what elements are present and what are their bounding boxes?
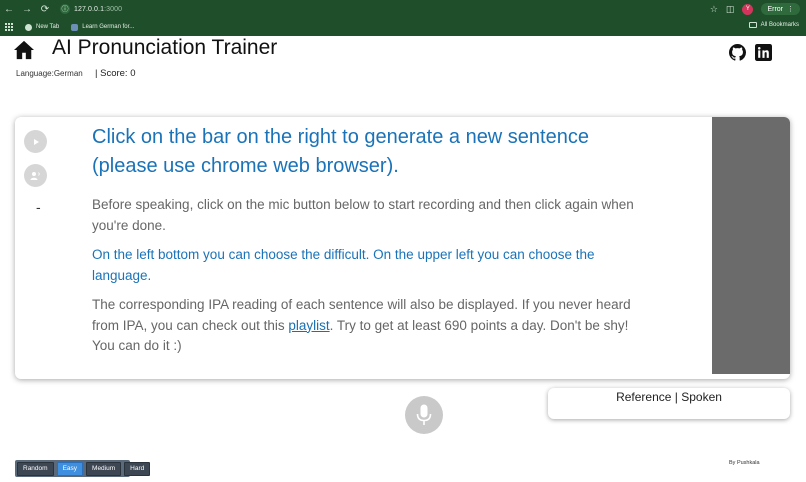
author-byline: By Pushkala bbox=[729, 460, 760, 466]
site-icon bbox=[71, 23, 79, 31]
error-label: Error bbox=[767, 5, 783, 13]
page-title: AI Pronunciation Trainer bbox=[52, 36, 278, 59]
github-icon[interactable] bbox=[729, 44, 746, 61]
play-recording-button[interactable] bbox=[24, 164, 47, 187]
main-card: - Click on the bar on the right to gener… bbox=[15, 117, 790, 379]
difficulty-medium-button[interactable]: Medium bbox=[86, 461, 122, 476]
playlist-link[interactable]: playlist bbox=[288, 318, 329, 333]
language-selector[interactable]: Language:German bbox=[16, 69, 83, 78]
play-icon bbox=[33, 138, 39, 145]
ipa-placeholder: - bbox=[36, 199, 41, 215]
instructions: Click on the bar on the right to generat… bbox=[92, 123, 637, 357]
site-info-icon[interactable]: ⓘ bbox=[60, 4, 70, 14]
bookmarks-bar: New Tab Learn German for... All Bookmark… bbox=[0, 18, 806, 36]
menu-dots-icon: ⋮ bbox=[787, 6, 794, 13]
reload-icon[interactable]: ⟳ bbox=[36, 0, 54, 18]
back-icon[interactable]: ← bbox=[0, 0, 18, 18]
record-button[interactable] bbox=[405, 396, 443, 434]
instruction-record: Before speaking, click on the mic button… bbox=[92, 197, 634, 233]
difficulty-hard-button[interactable]: Hard bbox=[124, 461, 151, 476]
folder-icon bbox=[748, 22, 757, 28]
reference-spoken-box: Reference | Spoken bbox=[548, 388, 790, 419]
apps-grid-icon[interactable] bbox=[5, 23, 13, 31]
reference-spoken-label: Reference | Spoken bbox=[616, 390, 722, 404]
globe-icon bbox=[25, 23, 32, 31]
address-bar[interactable]: ⓘ 127.0.0.1:3000 bbox=[60, 3, 122, 15]
star-icon[interactable]: ☆ bbox=[710, 4, 718, 15]
difficulty-random-button[interactable]: Random bbox=[17, 461, 54, 476]
home-icon[interactable] bbox=[13, 40, 35, 60]
bookmark-learn-german[interactable]: Learn German for... bbox=[71, 23, 134, 31]
instruction-ipa: The corresponding IPA reading of each se… bbox=[92, 297, 631, 353]
score-display: | Score: 0 bbox=[95, 68, 136, 79]
linkedin-icon[interactable] bbox=[755, 44, 772, 61]
user-voice-icon bbox=[30, 172, 40, 180]
instruction-difficulty: On the left bottom you can choose the di… bbox=[92, 247, 595, 283]
difficulty-easy-button[interactable]: Easy bbox=[56, 461, 84, 476]
browser-toolbar: ← → ⟳ ⓘ 127.0.0.1:3000 ☆ ◫ Y Error ⋮ bbox=[0, 0, 806, 18]
bookmark-new-tab[interactable]: New Tab bbox=[25, 23, 59, 31]
all-bookmarks[interactable]: All Bookmarks bbox=[748, 22, 799, 28]
forward-icon[interactable]: → bbox=[18, 0, 36, 18]
next-sentence-bar[interactable] bbox=[712, 117, 790, 374]
extensions-icon[interactable]: ◫ bbox=[726, 4, 735, 15]
url-text[interactable]: 127.0.0.1:3000 bbox=[74, 6, 122, 13]
play-button[interactable] bbox=[24, 130, 47, 153]
profile-avatar[interactable]: Y bbox=[742, 3, 754, 15]
difficulty-selector: Random Easy Medium Hard bbox=[15, 460, 151, 477]
microphone-icon bbox=[416, 404, 432, 425]
error-button[interactable]: Error ⋮ bbox=[761, 3, 800, 15]
instruction-headline: Click on the bar on the right to generat… bbox=[92, 126, 589, 177]
